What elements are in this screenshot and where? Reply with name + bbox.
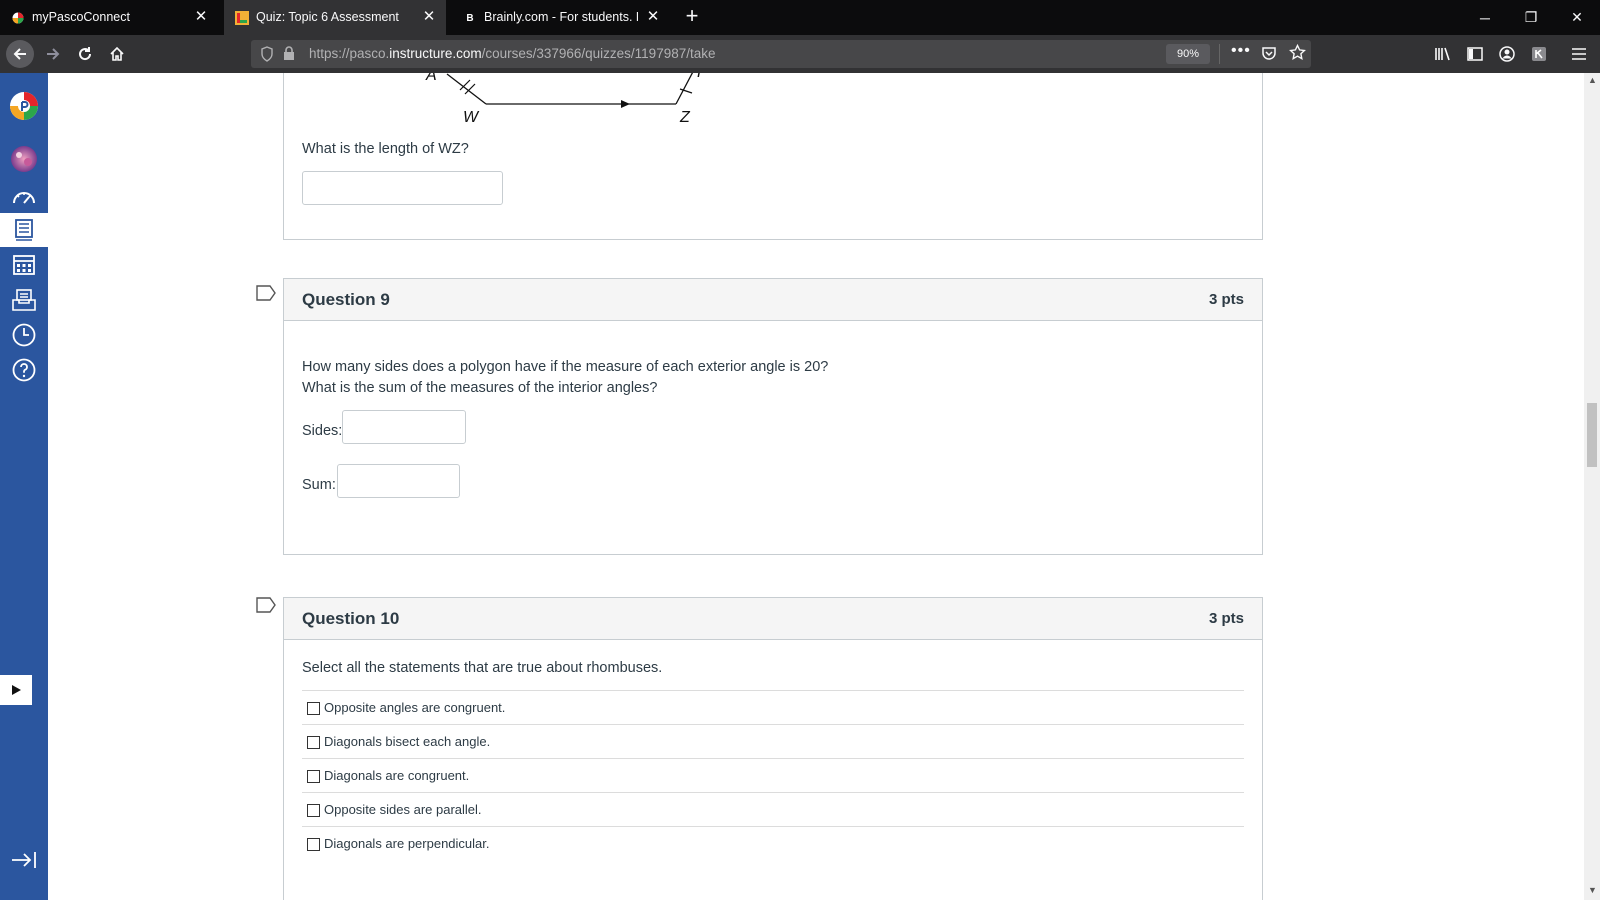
question-9-box: Question 9 3 pts How many sides does a p… (283, 278, 1263, 555)
dashboard-icon[interactable] (0, 179, 48, 213)
help-icon[interactable] (0, 353, 48, 387)
inbox-icon[interactable] (0, 283, 48, 317)
back-icon[interactable] (6, 40, 34, 68)
choice-label: Opposite sides are parallel. (324, 802, 482, 817)
reload-icon[interactable] (72, 41, 98, 67)
question-title: Question 9 (302, 290, 390, 309)
flag-question-9-icon[interactable] (256, 285, 276, 301)
url-text[interactable]: https://pasco.instructure.com/courses/33… (309, 46, 716, 61)
vertex-label-f: F (697, 73, 708, 81)
sides-label: Sides: (302, 423, 343, 439)
choice-option[interactable]: Opposite sides are parallel. (302, 792, 1244, 826)
question-points: 3 pts (1208, 610, 1244, 627)
page-actions-icon[interactable]: ••• (1231, 42, 1251, 60)
bookmark-star-icon[interactable] (1289, 43, 1306, 66)
question-title: Question 10 (302, 609, 400, 628)
tab-title: Brainly.com - For students. By (484, 10, 638, 24)
question-8-box: A W Z F What is the length of WZ? (283, 73, 1263, 240)
scroll-up-icon[interactable]: ▲ (1588, 75, 1597, 85)
choice-label: Diagonals are congruent. (324, 768, 470, 783)
choice-label: Diagonals are perpendicular. (324, 836, 490, 851)
lock-icon[interactable] (283, 46, 295, 66)
history-icon[interactable] (0, 318, 48, 352)
forward-icon[interactable] (40, 41, 66, 67)
account-icon[interactable] (1494, 41, 1520, 67)
new-tab-button[interactable]: + (680, 5, 704, 29)
choice-label: Opposite angles are congruent. (324, 700, 506, 715)
checkbox[interactable] (307, 736, 320, 749)
brainly-icon: B (466, 12, 474, 24)
sides-input[interactable] (342, 410, 466, 444)
flag-question-10-icon[interactable] (256, 597, 276, 613)
question-10-header: Question 10 3 pts (284, 598, 1262, 640)
home-icon[interactable] (104, 41, 130, 67)
sum-input[interactable] (337, 464, 460, 498)
courses-icon[interactable] (0, 213, 48, 247)
choice-option[interactable]: Diagonals are perpendicular. (302, 826, 1244, 860)
question-points: 3 pts (1208, 291, 1244, 308)
minimize-icon[interactable]: ─ (1462, 0, 1508, 35)
calendar-icon[interactable] (0, 248, 48, 282)
page-scrollbar[interactable]: ▲ ▼ (1584, 73, 1600, 900)
checkbox[interactable] (307, 804, 320, 817)
question-9-text-line1: How many sides does a polygon have if th… (302, 359, 829, 375)
pasco-icon (10, 10, 26, 26)
sum-label: Sum: (302, 477, 336, 493)
close-icon[interactable]: ✕ (644, 8, 662, 26)
vertex-label-w: W (463, 109, 480, 122)
tab-brainly[interactable]: B Brainly.com - For students. By ✕ (452, 0, 670, 35)
canvas-logo-icon[interactable] (0, 88, 48, 124)
checkbox[interactable] (307, 702, 320, 715)
library-icon[interactable] (1430, 41, 1456, 67)
menu-icon[interactable] (1566, 41, 1592, 67)
choice-option[interactable]: Opposite angles are congruent. (302, 690, 1244, 724)
canvas-quiz-icon (234, 10, 250, 26)
question-9-text-line2: What is the sum of the measures of the i… (302, 380, 658, 396)
browser-toolbar: https://pasco.instructure.com/courses/33… (0, 35, 1600, 73)
window-close-icon[interactable]: ✕ (1554, 0, 1600, 35)
question-10-box: Question 10 3 pts Select all the stateme… (283, 597, 1263, 900)
account-avatar-icon[interactable] (0, 141, 48, 177)
quiz-content: A W Z F What is the length of WZ? Questi… (48, 73, 1584, 900)
tab-mypascoconnect[interactable]: myPascoConnect ✕ (0, 0, 218, 35)
zoom-level[interactable]: 90% (1166, 44, 1210, 64)
scroll-thumb[interactable] (1587, 403, 1597, 467)
scroll-down-icon[interactable]: ▼ (1588, 885, 1597, 895)
pocket-icon[interactable] (1261, 45, 1277, 66)
global-navigation (0, 73, 48, 900)
question-8-prompt: What is the length of WZ? (302, 141, 469, 157)
browser-tab-bar: myPascoConnect ✕ Quiz: Topic 6 Assessmen… (0, 0, 1600, 35)
url-bar[interactable]: https://pasco.instructure.com/courses/33… (251, 40, 1311, 68)
vertex-label-a: A (425, 73, 437, 84)
polygon-figure: A W Z F (425, 73, 708, 122)
choice-label: Diagonals bisect each angle. (324, 734, 491, 749)
tracking-shield-icon[interactable] (260, 46, 274, 67)
play-icon[interactable] (0, 675, 32, 705)
tab-title: Quiz: Topic 6 Assessment (256, 10, 399, 24)
tab-quiz[interactable]: Quiz: Topic 6 Assessment ✕ (224, 0, 446, 35)
wz-length-input[interactable] (302, 171, 503, 205)
tab-title: myPascoConnect (32, 10, 130, 24)
choice-option[interactable]: Diagonals are congruent. (302, 758, 1244, 792)
collapse-nav-icon[interactable] (0, 843, 48, 877)
checkbox[interactable] (307, 770, 320, 783)
close-icon[interactable]: ✕ (420, 8, 438, 26)
question-9-header: Question 9 3 pts (284, 279, 1262, 321)
vertex-label-z: Z (679, 109, 691, 122)
choice-option[interactable]: Diagonals bisect each angle. (302, 724, 1244, 758)
checkbox[interactable] (307, 838, 320, 851)
close-icon[interactable]: ✕ (192, 8, 210, 26)
restore-icon[interactable]: ❐ (1508, 0, 1554, 35)
extension-icon[interactable] (1526, 41, 1552, 67)
sidebar-toggle-icon[interactable] (1462, 41, 1488, 67)
question-10-prompt: Select all the statements that are true … (302, 660, 663, 676)
